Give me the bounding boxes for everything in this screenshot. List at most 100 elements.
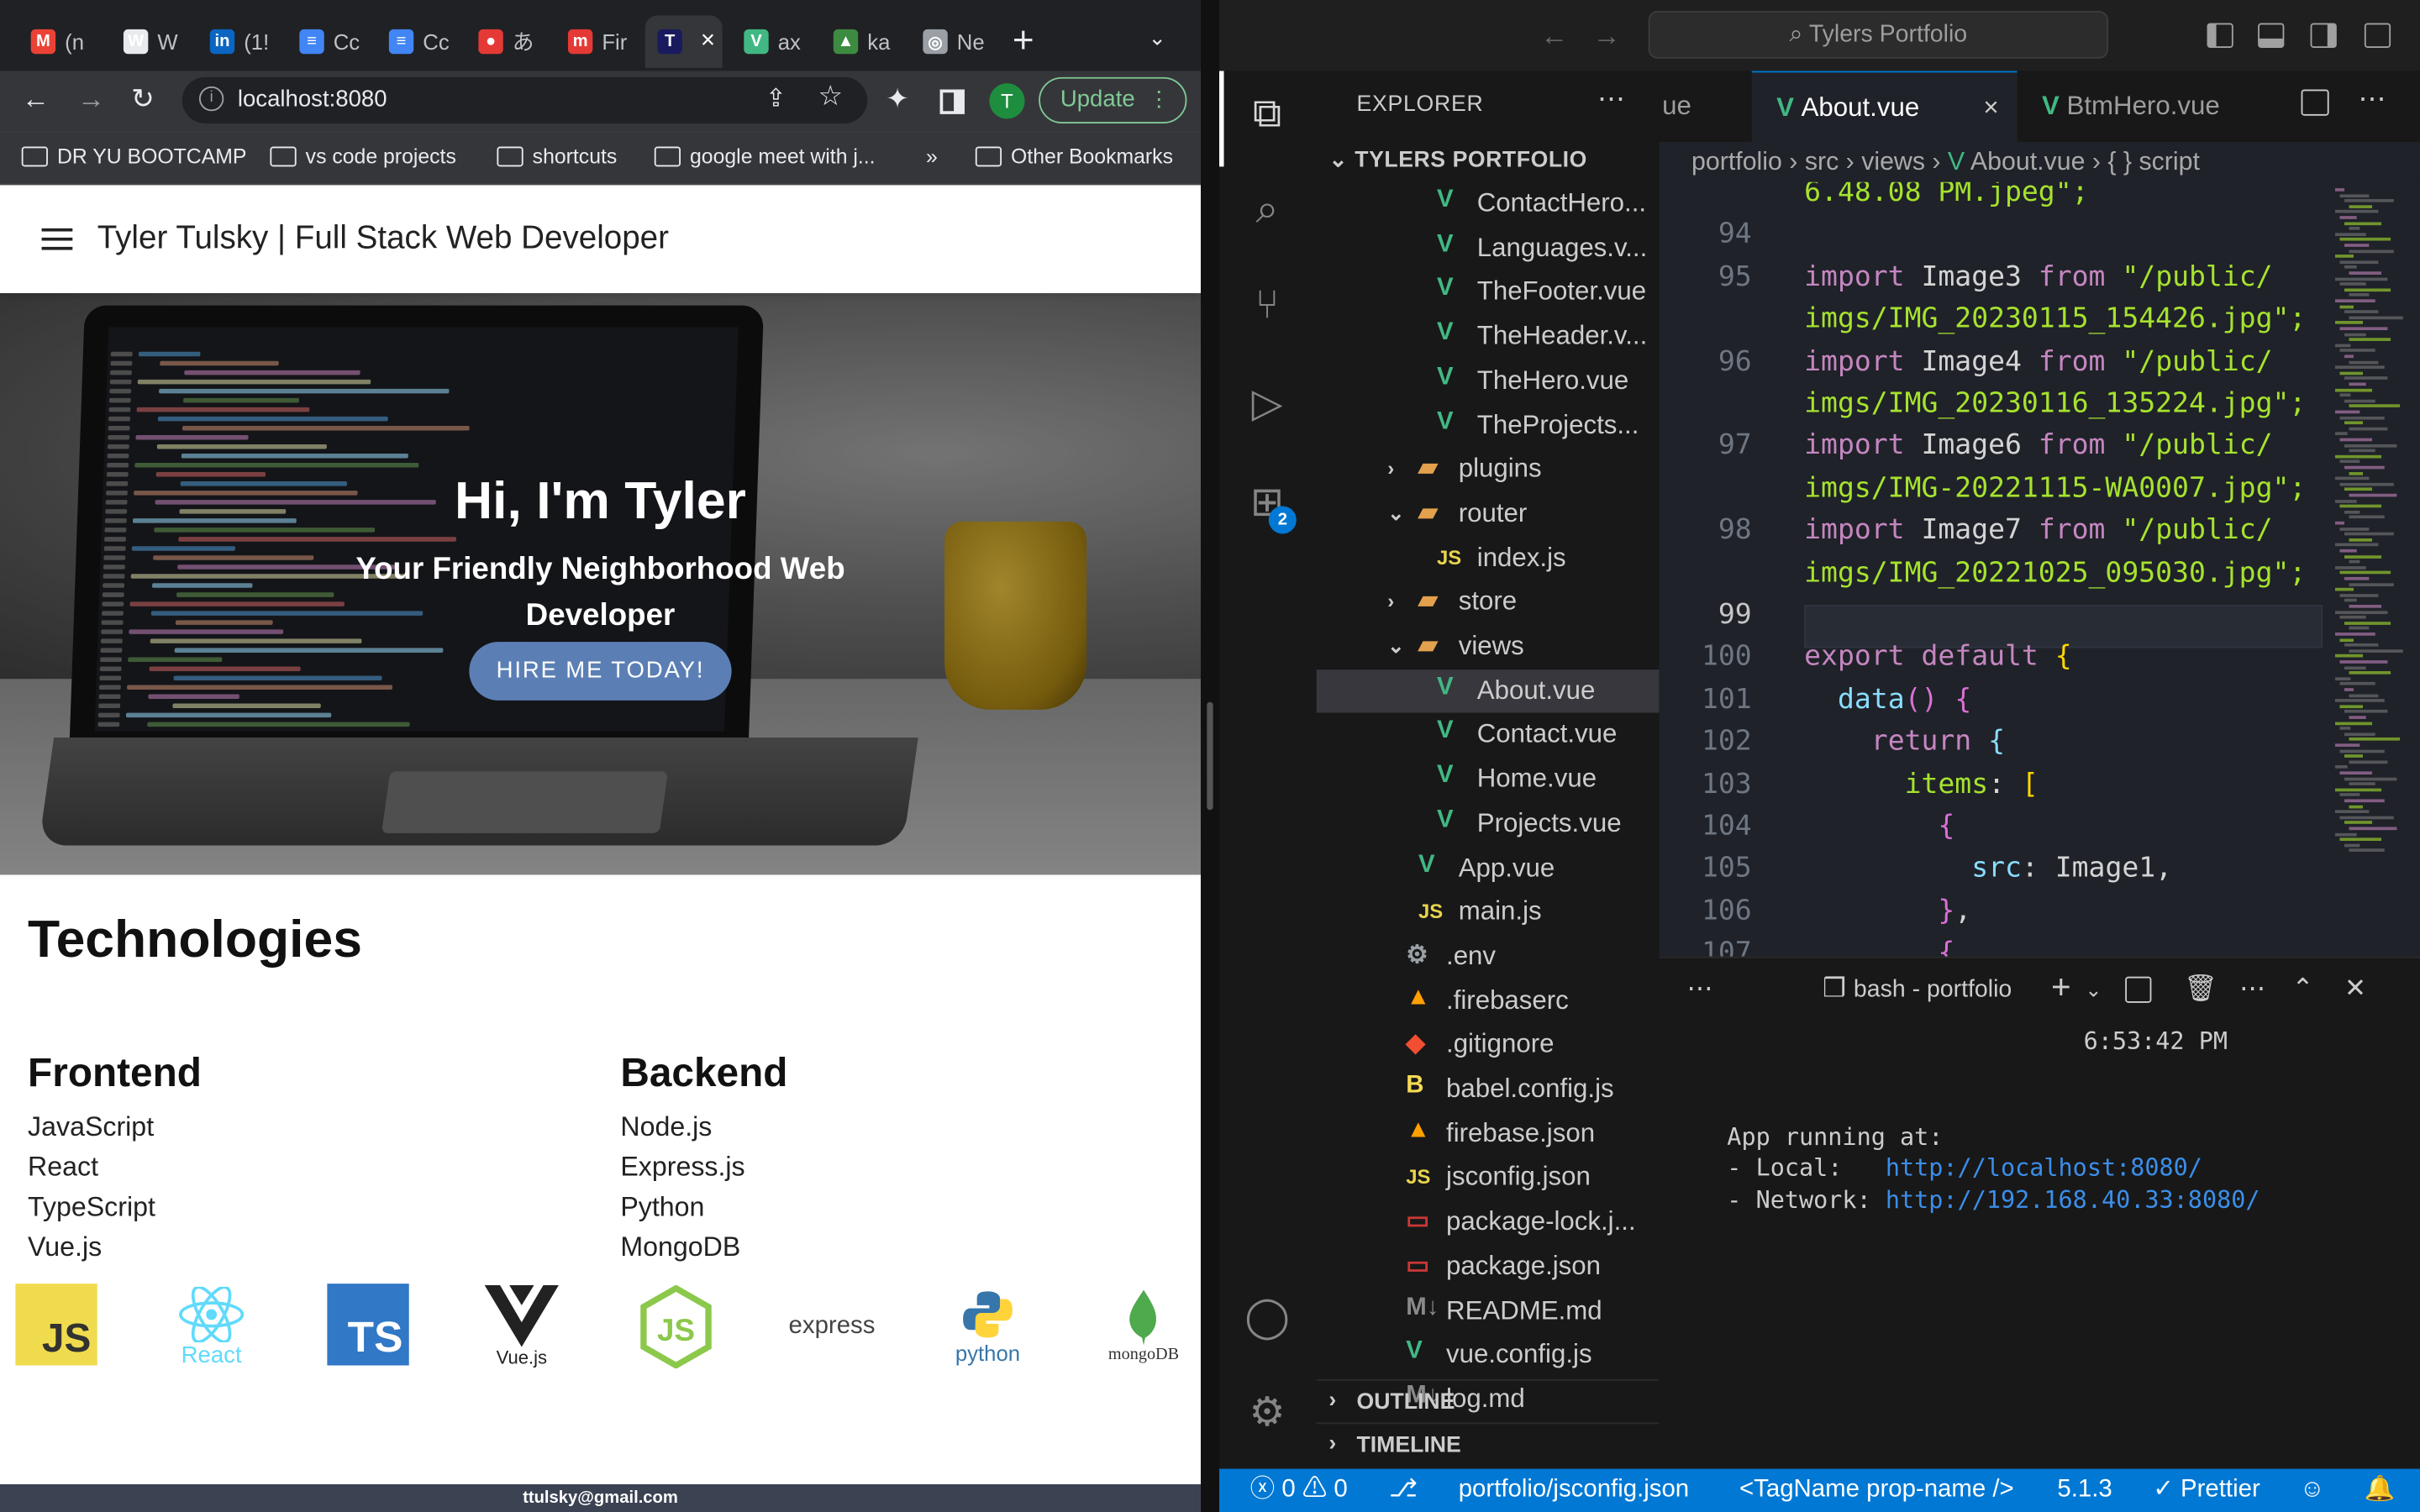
back-arrow-icon[interactable]: ← <box>1540 20 1568 53</box>
problems-indicator[interactable]: ⓧ 0 ⚠ 0 <box>1250 1469 1348 1512</box>
terminal-title[interactable]: bash - portfolio <box>1854 977 2012 1005</box>
breadcrumb-item[interactable]: src <box>1805 148 1839 176</box>
run-debug-icon[interactable]: ▷ <box>1241 380 1293 432</box>
command-center[interactable]: ⌕ Tylers Portfolio <box>1648 10 2108 59</box>
new-tab-button[interactable]: + <box>1013 20 1034 63</box>
file-tree-item[interactable]: V App.vue <box>1317 846 1660 889</box>
file-tree-item[interactable]: M↓ README.md <box>1317 1289 1660 1332</box>
code-line[interactable]: { <box>1804 937 1954 957</box>
file-tree-item[interactable]: ⌄ ▰ views <box>1317 625 1660 668</box>
more-actions-icon[interactable]: ⋯ <box>1597 83 1625 116</box>
bookmark-folder[interactable]: google meet with j... <box>654 145 876 168</box>
forward-arrow-icon[interactable]: → <box>77 83 105 116</box>
browser-tab[interactable]: in (1! <box>197 15 269 67</box>
bookmark-folder[interactable]: DR YU BOOTCAMP <box>21 145 246 168</box>
file-tree-item[interactable]: V Projects.vue <box>1317 802 1660 845</box>
code-line[interactable]: }, <box>1804 895 1971 927</box>
breadcrumb-item[interactable]: About.vue <box>1970 148 2085 176</box>
editor-tab[interactable]: V BtmHero.vue <box>2018 71 2280 141</box>
file-tree-item[interactable]: V TheFooter.vue <box>1317 270 1660 313</box>
breadcrumb-item[interactable]: portfolio <box>1691 148 1782 176</box>
extensions-puzzle-icon[interactable]: ✦ <box>886 83 909 116</box>
browser-tab[interactable]: ≡ Cc <box>287 15 360 67</box>
source-control-icon[interactable]: ⑂ <box>1241 281 1293 333</box>
address-bar[interactable]: i localhost:8080 ⇪ ☆ <box>182 76 868 123</box>
browser-tab[interactable]: Vax <box>732 15 801 67</box>
chevron-down-icon[interactable]: ⌄ <box>2085 978 2102 1002</box>
browser-tab[interactable]: m Fir <box>555 15 627 67</box>
toggle-panel-icon[interactable] <box>2258 23 2285 48</box>
live-share-icon[interactable]: ⎇ <box>1389 1469 1418 1512</box>
feedback-icon[interactable]: ☺ <box>2300 1469 2325 1512</box>
status-file-path[interactable]: portfolio/jsconfig.json <box>1459 1469 1689 1512</box>
close-icon[interactable]: × <box>701 28 715 55</box>
code-line[interactable]: data() { <box>1804 683 1971 716</box>
settings-gear-icon[interactable]: ⚙ <box>1241 1389 1293 1441</box>
terminal-output[interactable]: 6:53:42 PM App running at: - Local: http:… <box>1727 1026 2260 1215</box>
file-tree-item[interactable]: V TheHeader.v... <box>1317 315 1660 358</box>
browser-tab[interactable]: ◎ Ne <box>911 15 985 67</box>
file-tree-item[interactable]: › ▰ plugins <box>1317 448 1660 491</box>
file-tree-item[interactable]: V ContactHero... <box>1317 182 1660 225</box>
customize-layout-icon[interactable] <box>2364 23 2391 48</box>
new-terminal-icon[interactable]: + <box>2051 968 2071 1008</box>
file-tree-item[interactable]: V Languages.v... <box>1317 226 1660 269</box>
code-line[interactable]: export default { <box>1804 641 2072 674</box>
breadcrumb-item[interactable]: { } script <box>2107 148 2200 176</box>
file-tree-item[interactable]: › ▰ store <box>1317 580 1660 623</box>
close-panel-icon[interactable]: ✕ <box>2344 974 2366 1005</box>
code-editor[interactable]: 6.48.08 PM.jpeg"; 94 95 import Image3 from … <box>1659 182 2323 957</box>
code-line[interactable]: imgs/IMG-20221115-WA0007.jpg"; <box>1804 472 2306 505</box>
window-split-divider[interactable] <box>1200 0 1220 1512</box>
url-text[interactable]: localhost:8080 <box>238 87 387 113</box>
explorer-files-icon[interactable]: ⧉ <box>1241 90 1293 142</box>
update-button[interactable]: Update ⋮ <box>1039 76 1187 123</box>
file-tree-item[interactable]: V About.vue <box>1316 669 1660 712</box>
code-line[interactable]: import Image7 from "/public/ <box>1804 514 2272 547</box>
file-tree-item[interactable]: V Home.vue <box>1317 758 1660 801</box>
side-panel-icon[interactable] <box>939 89 965 114</box>
file-tree-item[interactable]: V Contact.vue <box>1317 713 1660 756</box>
file-tree-item[interactable]: JS index.js <box>1317 536 1660 579</box>
browser-tab[interactable]: ● あ <box>466 15 534 67</box>
code-line[interactable]: { <box>1804 810 1954 843</box>
site-info-icon[interactable]: i <box>198 86 224 112</box>
forward-arrow-icon[interactable]: → <box>1593 20 1621 53</box>
bookmark-folder[interactable]: shortcuts <box>497 145 617 168</box>
terminal-link[interactable]: http://192.168.40.33:8080/ <box>1886 1186 2260 1214</box>
timeline-section[interactable]: › TIMELINE <box>1316 1422 1660 1465</box>
outline-section[interactable]: › OUTLINE <box>1316 1379 1660 1422</box>
code-line[interactable]: import Image6 from "/public/ <box>1804 429 2272 462</box>
bookmark-star-icon[interactable]: ☆ <box>818 81 843 113</box>
reload-icon[interactable]: ↻ <box>131 83 155 116</box>
maximize-panel-icon[interactable]: ⌃ <box>2292 974 2314 1005</box>
code-line[interactable]: imgs/IMG_20230115_154426.jpg"; <box>1804 302 2306 335</box>
trash-icon[interactable]: 🗑 <box>2184 974 2217 1005</box>
bookmark-folder[interactable]: vs code projects <box>270 145 456 168</box>
file-tree-item[interactable]: ◆ .gitignore <box>1317 1023 1660 1066</box>
code-line[interactable]: imgs/IMG_20230116_135224.jpg"; <box>1804 387 2306 420</box>
more-actions-icon[interactable]: ⋯ <box>2239 974 2265 1005</box>
code-line[interactable]: 6.48.08 PM.jpeg"; <box>1804 182 2088 208</box>
file-tree-item[interactable]: ⚙ .env <box>1317 935 1660 978</box>
search-icon[interactable]: ⌕ <box>1241 185 1293 237</box>
browser-tab[interactable]: T × <box>644 15 723 68</box>
toggle-secondary-sidebar-icon[interactable] <box>2310 23 2337 48</box>
file-tree-item[interactable]: ▲ .firebaserc <box>1317 979 1660 1022</box>
editor-tab-active[interactable]: V About.vue × <box>1751 71 2018 142</box>
code-line[interactable]: src: Image1, <box>1804 853 2172 885</box>
hire-me-button[interactable]: HIRE ME TODAY! <box>469 642 732 701</box>
file-tree-item[interactable]: ▭ package.json <box>1317 1245 1660 1288</box>
back-arrow-icon[interactable]: ← <box>22 83 50 116</box>
more-actions-icon[interactable]: ⋯ <box>2359 83 2386 116</box>
code-line[interactable]: import Image4 from "/public/ <box>1804 345 2272 378</box>
file-tree-item[interactable]: Bbabel.config.js <box>1317 1068 1660 1110</box>
browser-tab[interactable]: M (n <box>18 15 84 67</box>
file-tree-item[interactable]: ▲ firebase.json <box>1317 1112 1660 1155</box>
file-tree-item[interactable]: ⌄ ▰ router <box>1317 492 1660 535</box>
code-line[interactable]: return { <box>1804 726 2005 759</box>
split-terminal-icon[interactable] <box>2125 976 2152 1003</box>
terminal-link[interactable]: http://localhost:8080/ <box>1886 1154 2202 1182</box>
status-version[interactable]: 5.1.3 <box>2057 1469 2112 1512</box>
browser-tab[interactable]: ≡ Cc <box>376 15 450 67</box>
